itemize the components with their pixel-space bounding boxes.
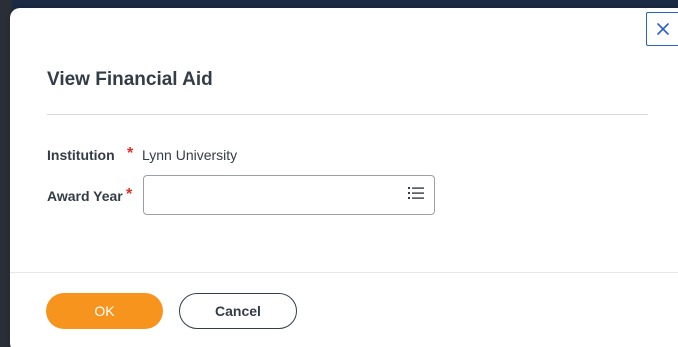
title-divider (47, 114, 648, 115)
list-icon[interactable] (407, 184, 425, 202)
award-year-label: Award Year (47, 188, 123, 204)
award-year-input[interactable] (143, 175, 435, 215)
footer-divider (10, 272, 678, 273)
institution-value: Lynn University (142, 147, 238, 163)
cancel-button[interactable]: Cancel (179, 293, 297, 329)
institution-label: Institution (47, 147, 115, 163)
close-icon (657, 23, 669, 35)
institution-required-mark: * (127, 145, 134, 162)
award-year-required-mark: * (126, 186, 133, 203)
ok-button[interactable]: OK (46, 293, 163, 329)
dialog-title: View Financial Aid (47, 69, 213, 90)
close-dialog-button[interactable] (646, 12, 678, 46)
